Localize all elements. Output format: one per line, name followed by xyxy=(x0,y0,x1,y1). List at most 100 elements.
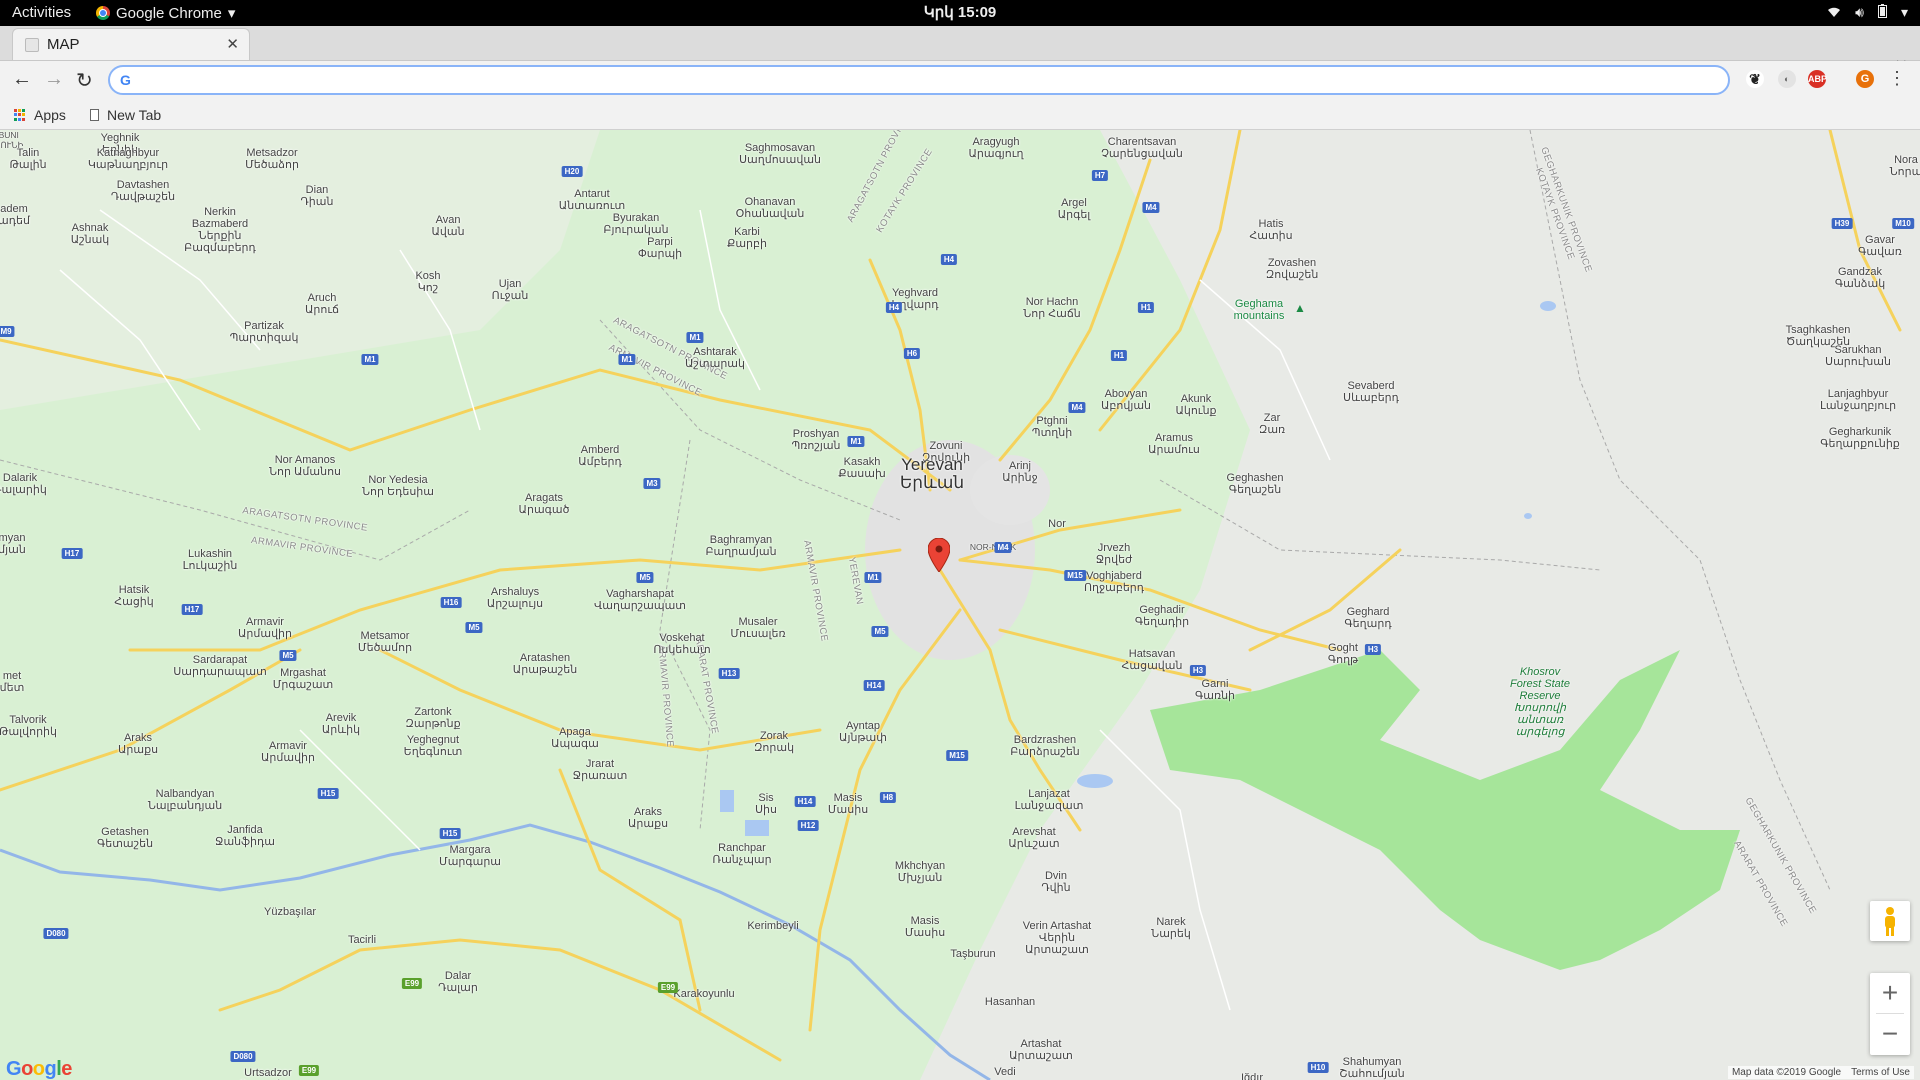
place-label[interactable]: Araks Արաքս xyxy=(628,806,668,830)
place-label[interactable]: Metsamor Մեծամոր xyxy=(358,630,412,654)
place-label[interactable]: Kerimbeyli xyxy=(747,920,798,932)
place-label[interactable]: Vedi xyxy=(994,1066,1015,1078)
city-label-yerevan[interactable]: Yerevan Երևան xyxy=(900,456,964,492)
place-label[interactable]: Araks Արաքս xyxy=(118,732,158,756)
place-label[interactable]: Janfida Ջանֆիդա xyxy=(215,824,275,848)
place-label[interactable]: Byurakan Բյուրական xyxy=(603,212,668,236)
extension-tampermonkey-icon[interactable]: ❦ xyxy=(1746,70,1764,88)
profile-avatar-icon[interactable]: G xyxy=(1856,70,1874,88)
place-label[interactable]: Garni Գառնի xyxy=(1195,678,1235,702)
place-label[interactable]: Arinj Արինջ xyxy=(1002,460,1038,484)
place-label[interactable]: Nalbandyan Նալբանդյան xyxy=(148,788,222,812)
zoom-in-button[interactable]: + xyxy=(1870,973,1910,1013)
place-label[interactable]: Dian Դիան xyxy=(301,184,334,208)
place-label[interactable]: Aramus Արամուս xyxy=(1148,432,1200,456)
place-label[interactable]: Yüzbaşılar xyxy=(264,906,316,918)
place-label[interactable]: Urtsadzor Ուրցաձոր xyxy=(239,1067,297,1080)
place-label[interactable]: Goght Գողթ xyxy=(1328,642,1358,666)
place-label[interactable]: Zartonk Զարթոնք xyxy=(405,706,460,730)
place-label[interactable]: Ptghni Պտղնի xyxy=(1032,415,1072,439)
place-label[interactable]: Hatsik Հացիկ xyxy=(114,584,154,608)
place-label[interactable]: Taşburun xyxy=(950,948,995,960)
place-label[interactable]: Mkhchyan Մխչյան xyxy=(895,860,945,884)
place-label[interactable]: Geghard Գեղարդ xyxy=(1344,606,1391,630)
place-label[interactable]: Armavir Արմավիր xyxy=(238,616,292,640)
place-label[interactable]: Arevik Արևիկ xyxy=(322,712,360,736)
place-label[interactable]: Ashtarak Աշտարակ xyxy=(685,346,745,370)
place-label[interactable]: Aruch Արուճ xyxy=(305,292,339,316)
tab-close-icon[interactable]: ✕ xyxy=(226,35,239,53)
map-canvas[interactable]: ARAGATSOTN PROVINCE KOTAYK PROVINCE GEGH… xyxy=(0,130,1920,1080)
place-label[interactable]: Artashat Արտաշատ xyxy=(1009,1038,1073,1062)
street-view-pegman-icon[interactable] xyxy=(1870,901,1910,941)
place-label[interactable]: Davtashen Դավթաշեն xyxy=(111,179,175,203)
place-label[interactable]: Partizak Պարտիզակ xyxy=(230,320,299,344)
place-label[interactable]: Masis Մասիս xyxy=(828,792,868,816)
place-label[interactable]: met մետ xyxy=(0,670,24,694)
place-label[interactable]: Jrvezh Ջրվեժ xyxy=(1096,542,1133,566)
place-label[interactable]: Shahumyan Շահումյան xyxy=(1339,1056,1404,1080)
place-label[interactable]: Ashnak Աշնակ xyxy=(71,222,110,246)
place-label[interactable]: adem ադեմ xyxy=(0,203,30,227)
place-label[interactable]: Kasakh Քասախ xyxy=(838,456,886,480)
place-label[interactable]: Aratashen Արաթաշեն xyxy=(513,652,577,676)
forward-arrow-icon[interactable]: → xyxy=(44,68,64,91)
zoom-out-button[interactable]: − xyxy=(1870,1014,1910,1054)
place-label[interactable]: Margara Մարգարա xyxy=(439,844,501,868)
place-label[interactable]: Yeghegnut Եղեգնուտ xyxy=(404,734,463,758)
place-label[interactable]: Verin Artashat Վերին Արտաշատ xyxy=(1023,920,1092,956)
place-label[interactable]: Nor Yedesia Նոր Եդեսիա xyxy=(362,474,434,498)
place-label[interactable]: Masis Մասիս xyxy=(905,915,945,939)
place-label[interactable]: Voghjaberd Ողջաբերդ xyxy=(1084,570,1144,594)
place-label[interactable]: Proshyan Պռոշյան xyxy=(791,428,840,452)
place-label[interactable]: Talvorik Թալվորիկ xyxy=(0,714,57,738)
place-label[interactable]: Ayntap Այնթափ xyxy=(839,720,887,744)
place-label[interactable]: Musaler Մուսալեռ xyxy=(730,616,785,640)
place-label[interactable]: Zar Զառ xyxy=(1259,412,1285,436)
extension-moon-icon[interactable]: ◐ xyxy=(1778,70,1796,88)
place-label[interactable]: Voskehat Ոսկեհատ xyxy=(653,632,710,656)
place-label[interactable]: Argel Արգել xyxy=(1058,197,1091,221)
terms-link[interactable]: Terms of Use xyxy=(1851,1067,1910,1078)
location-pin-icon[interactable] xyxy=(928,538,950,572)
place-label[interactable]: Baghramyan Բաղրամյան xyxy=(705,534,776,558)
place-label[interactable]: Amberd Ամբերդ xyxy=(578,444,622,468)
place-label[interactable]: Nora Նորա xyxy=(1890,154,1920,178)
place-label[interactable]: Arevshat Արևշատ xyxy=(1008,826,1059,850)
place-label[interactable]: Apaga Ապագա xyxy=(551,726,599,750)
address-bar[interactable]: G xyxy=(108,65,1730,95)
more-vert-icon[interactable]: ⋮ xyxy=(1888,68,1906,89)
place-label[interactable]: Gandzak Գանձակ xyxy=(1835,266,1885,290)
clock[interactable]: Կրկ 15:09 xyxy=(0,3,1920,21)
back-arrow-icon[interactable]: ← xyxy=(12,68,32,91)
place-label[interactable]: Narek Նարեկ xyxy=(1151,916,1191,940)
mountain-label[interactable]: Geghama mountains xyxy=(1234,298,1285,322)
place-label[interactable]: Aragyugh Արագյուղ xyxy=(968,136,1023,160)
place-label[interactable]: Dalarik Դալարիկ xyxy=(0,472,47,496)
place-label[interactable]: Ujan Ուջան xyxy=(492,278,529,302)
place-label[interactable]: Dalar Դալար xyxy=(438,970,478,994)
reload-icon[interactable]: ↻ xyxy=(76,68,93,93)
activities-button[interactable]: Activities xyxy=(12,4,71,21)
place-label[interactable]: Metsadzor Մեծաձոր xyxy=(245,147,299,171)
place-label[interactable]: Nerkin Bazmaberd Ներքին Բազմաբերդ xyxy=(184,206,256,254)
place-label[interactable]: Karakoyunlu xyxy=(673,988,734,1000)
place-label[interactable]: Bardzrashen Բարձրաշեն xyxy=(1010,734,1080,758)
place-label[interactable]: Saghmosavan Սաղմոսավան xyxy=(739,142,821,166)
place-label[interactable]: Hatsavan Հացավան xyxy=(1122,648,1183,672)
place-label[interactable]: Talin Թալին xyxy=(9,147,46,171)
place-label[interactable]: Jrarat Ջրառատ xyxy=(573,758,628,782)
place-label[interactable]: Lanjazat Լանջազատ xyxy=(1015,788,1084,812)
place-label[interactable]: Avan Ավան xyxy=(431,214,464,238)
app-menu[interactable]: Google Chrome ▾ xyxy=(96,4,235,22)
place-label[interactable]: Zovashen Զովաշեն xyxy=(1266,257,1319,281)
place-label[interactable]: myan մյան xyxy=(0,532,26,556)
place-label[interactable]: Geghadir Գեղադիր xyxy=(1135,604,1189,628)
place-label[interactable]: Ranchpar Ռանչպար xyxy=(712,842,771,866)
adblock-icon[interactable]: ABP xyxy=(1808,70,1827,88)
place-label[interactable]: Sis Սիս xyxy=(755,792,777,816)
place-label[interactable]: Vagharshapat Վաղարշապատ xyxy=(594,588,686,612)
place-label[interactable]: Geghashen Գեղաշեն xyxy=(1227,472,1284,496)
place-label[interactable]: Lukashin Լուկաշին xyxy=(183,548,238,572)
place-label[interactable]: Parpi Փարպի xyxy=(638,236,682,260)
